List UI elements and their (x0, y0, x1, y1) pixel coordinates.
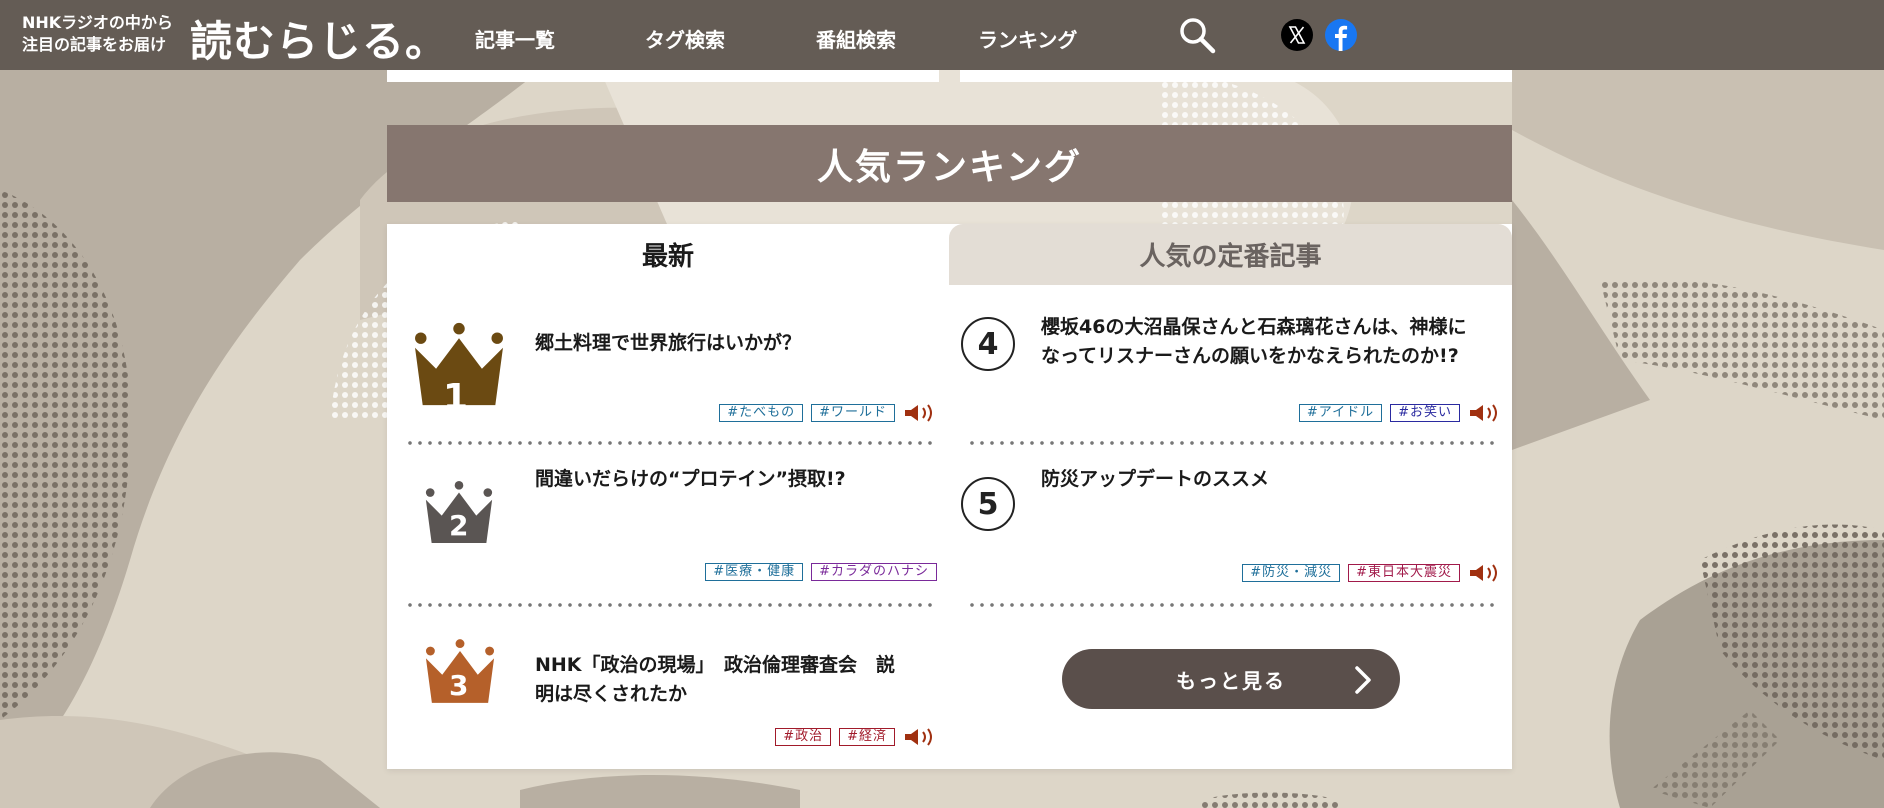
ranking-item-1[interactable]: 1 郷土料理で世界旅行はいかが？ #たべもの #ワールド (387, 285, 949, 445)
tag[interactable]: #アイドル (1298, 404, 1383, 422)
crown-2-ball-mid (454, 481, 464, 490)
ranking-panel: 最新 人気の定番記事 1 郷土料理で世界旅行はいかが？ #たべもの #ワールド (387, 224, 1512, 769)
search-icon[interactable] (1178, 16, 1216, 54)
ranking-item-3[interactable]: 3 NHK「政治の現場」 政治倫理審査会 説 明は尽くされたか #政治 #経済 (387, 607, 949, 769)
ranking-item-5-title-line1: 防災アップデートのススメ (1041, 468, 1270, 490)
nav-tag-search[interactable]: タグ検索 (645, 24, 725, 53)
ranking-item-1-tags: #たべもの #ワールド (719, 403, 937, 423)
ranking-item-2[interactable]: 2 間違いだらけの“プロテイン”摂取!? #医療・健康 #カラダのハナシ (387, 445, 949, 605)
ranking-item-4[interactable]: 4 櫻坂46の大沼晶保さんと石森璃花さんは、神様に なってリスナーさんの願いをか… (949, 285, 1512, 445)
tag[interactable]: #経済 (839, 728, 895, 746)
nav-ranking[interactable]: ランキング (978, 24, 1077, 53)
tag[interactable]: #たべもの (719, 404, 804, 422)
logo-tagline[interactable]: NHKラジオの中から 注目の記事をお届け (22, 12, 192, 56)
see-more-button[interactable]: もっと見る (1062, 649, 1400, 709)
tag[interactable]: #防災・減災 (1242, 564, 1341, 582)
crown-3-ball-right (485, 646, 495, 656)
crown-rank-2: 2 (449, 509, 469, 542)
ranking-item-3-title[interactable]: NHK「政治の現場」 政治倫理審査会 説 明は尽くされたか (535, 651, 935, 709)
site-logo[interactable]: 読むらじる。 (190, 8, 448, 69)
audio-speaker-icon[interactable] (1468, 403, 1502, 423)
divider (967, 603, 1495, 607)
ranking-item-4-title-line1: 櫻坂46の大沼晶保さんと石森璃花さんは、神様に (1041, 316, 1467, 338)
crown-1-ball-right (491, 332, 503, 344)
crown-2-ball-right (483, 488, 493, 497)
nav-program-search[interactable]: 番組検索 (816, 24, 896, 53)
ranking-item-3-tags: #政治 #経済 (775, 727, 937, 747)
ranking-item-3-title-line2: 明は尽くされたか (535, 683, 688, 705)
rank-number-5: 5 (961, 477, 1015, 531)
rank-number-4: 4 (961, 317, 1015, 371)
ranking-item-2-title[interactable]: 間違いだらけの“プロテイン”摂取!? (535, 465, 935, 494)
ranking-item-4-tags: #アイドル #お笑い (1298, 403, 1502, 423)
ranking-item-2-tags: #医療・健康 #カラダのハナシ (705, 563, 937, 581)
tag[interactable]: #政治 (775, 728, 832, 746)
x-twitter-icon[interactable] (1281, 19, 1313, 51)
tag[interactable]: #ワールド (811, 404, 895, 422)
facebook-icon[interactable] (1325, 19, 1357, 51)
tag[interactable]: #お笑い (1390, 404, 1460, 422)
see-more-label: もっと見る (1176, 668, 1286, 693)
ranking-item-3-title-line1: NHK「政治の現場」 政治倫理審査会 説 (535, 654, 896, 676)
tag[interactable]: #医療・健康 (705, 563, 804, 581)
ranking-item-5-title[interactable]: 防災アップデートのススメ (1041, 465, 1501, 494)
crown-1-ball-mid (453, 322, 465, 335)
crown-rank-3: 3 (449, 669, 469, 702)
article-card-strip-left[interactable] (387, 70, 939, 82)
ranking-item-5[interactable]: 5 防災アップデートのススメ #防災・減災 #東日本大震災 (949, 445, 1512, 605)
audio-speaker-icon[interactable] (903, 403, 937, 423)
ranking-item-4-title[interactable]: 櫻坂46の大沼晶保さんと石森璃花さんは、神様に なってリスナーさんの願いをかなえ… (1041, 313, 1501, 371)
logo-tagline-line2: 注目の記事をお届け (22, 35, 167, 54)
tab-popular-classic[interactable]: 人気の定番記事 (949, 224, 1512, 285)
tag[interactable]: #東日本大震災 (1348, 564, 1460, 582)
crown-1-ball-left (415, 332, 427, 344)
chevron-right-icon (1355, 666, 1371, 694)
ranking-item-5-tags: #防災・減災 #東日本大震災 (1242, 563, 1502, 583)
logo-tagline-line1: NHKラジオの中から (22, 13, 173, 32)
ranking-heading: 人気ランキング (387, 125, 1512, 202)
crown-2-ball-left (425, 488, 435, 497)
crown-3-ball-mid (455, 639, 465, 649)
tag[interactable]: #カラダのハナシ (811, 563, 937, 581)
nav-article-list[interactable]: 記事一覧 (475, 24, 555, 53)
ranking-item-2-title-line1: 間違いだらけの“プロテイン”摂取!? (535, 468, 846, 490)
crown-3-ball-left (425, 646, 435, 656)
article-card-strip-right[interactable] (960, 70, 1512, 82)
tab-latest[interactable]: 最新 (387, 224, 949, 285)
crown-rank-1: 1 (443, 377, 469, 418)
ranking-item-1-title-line1: 郷土料理で世界旅行はいかが？ (535, 332, 802, 354)
audio-speaker-icon[interactable] (1468, 563, 1502, 583)
ranking-item-4-title-line2: なってリスナーさんの願いをかなえられたのか!? (1041, 345, 1459, 367)
audio-speaker-icon[interactable] (903, 727, 937, 747)
site-header: NHKラジオの中から 注目の記事をお届け 読むらじる。 記事一覧 タグ検索 番組… (0, 0, 1884, 70)
ranking-item-1-title[interactable]: 郷土料理で世界旅行はいかが？ (535, 329, 935, 358)
